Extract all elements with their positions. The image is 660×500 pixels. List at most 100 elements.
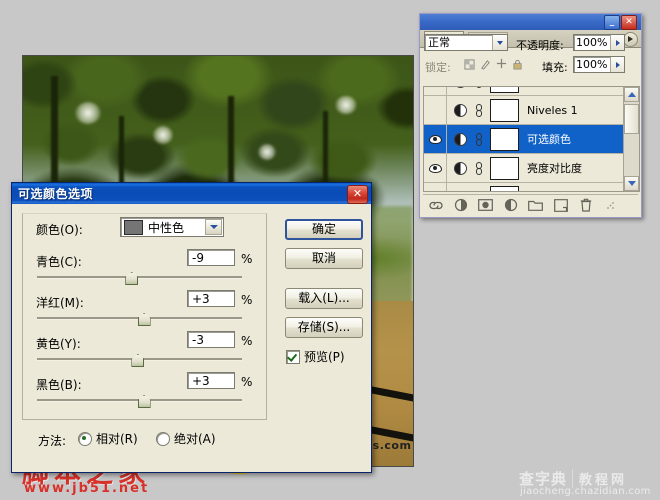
save-button[interactable]: 存储(S)... [285,317,363,338]
layer-mask-thumbnail[interactable] [490,127,519,151]
color-dropdown[interactable]: 中性色 [120,217,224,237]
lock-all-icon[interactable] [512,59,523,70]
watermark-chazidian-url: jiaocheng.chazidian.com [520,486,651,497]
cyan-slider-track [37,276,242,279]
magenta-unit: % [241,293,253,307]
adjustment-layer-icon [454,161,467,175]
magenta-slider[interactable] [37,313,242,326]
opacity-label: 不透明度: [516,39,564,52]
visibility-toggle[interactable] [424,96,447,124]
layer-thumbnail[interactable] [490,185,519,191]
cyan-slider-thumb[interactable] [125,272,139,285]
eye-icon[interactable] [428,134,442,144]
link-layers-icon[interactable] [423,196,448,214]
dialog-body: 颜色(O): 中性色 青色(C): -9 % 洋红(M): +3 % 黄色(Y)… [12,204,371,472]
chevron-down-icon[interactable] [205,219,222,235]
layer-list[interactable]: Niveles 1 可选颜色 亮度对比度 [423,86,640,192]
adjustment-layer-icon [454,103,467,117]
eye-icon[interactable] [428,163,442,173]
magenta-input[interactable]: +3 [187,290,235,307]
layer-row[interactable] [424,87,623,96]
link-icon[interactable] [475,87,483,88]
layer-row[interactable] [424,183,623,191]
adjustment-layer-icon [454,132,467,146]
layer-mask-icon[interactable] [473,196,498,214]
selective-color-dialog: 可选颜色选项 ✕ 颜色(O): 中性色 青色(C): -9 % 洋红(M): +… [11,182,372,473]
load-button[interactable]: 载入(L)... [285,288,363,309]
layer-row[interactable]: 可选颜色 [424,125,623,154]
link-icon[interactable] [475,103,483,117]
layer-row[interactable]: 亮度对比度 [424,154,623,183]
visibility-toggle[interactable] [424,183,447,191]
blend-mode-value: 正常 [428,36,450,49]
lock-fill-row: 锁定: 填充: 100% [420,55,641,76]
yellow-slider[interactable] [37,354,242,367]
lock-pixels-icon[interactable] [480,59,491,70]
delete-layer-icon[interactable] [573,196,598,214]
cyan-slider[interactable] [37,272,242,285]
color-label: 颜色(O): [36,223,83,237]
fill-input[interactable]: 100% [573,56,625,73]
new-adjustment-layer-icon[interactable] [498,196,523,214]
preview-checkbox[interactable]: 预览(P) [286,348,345,365]
layer-mask-thumbnail[interactable] [490,87,519,93]
watermark-jb51-url: www.jb51.net [24,481,150,496]
blend-mode-dropdown[interactable]: 正常 [424,34,508,51]
preview-label: 预览(P) [304,350,345,364]
radio-unselected-icon[interactable] [156,431,170,446]
dialog-title-bar[interactable]: 可选颜色选项 ✕ [12,183,371,204]
layer-style-icon[interactable] [448,196,473,214]
black-slider-thumb[interactable] [137,395,151,408]
palette-resize-grip[interactable] [598,196,623,214]
cyan-label: 青色(C): [36,255,82,269]
color-swatch [124,219,143,235]
layer-list-scrollbar[interactable] [623,87,639,191]
minimize-icon[interactable]: _ [604,15,620,30]
black-unit: % [241,375,253,389]
scroll-down-icon[interactable] [624,176,639,191]
new-group-icon[interactable] [523,196,548,214]
cancel-button[interactable]: 取消 [285,248,363,269]
black-label: 黑色(B): [36,378,82,392]
cyan-input[interactable]: -9 [187,249,235,266]
checkbox-icon[interactable] [286,349,300,364]
adjustment-layer-icon [454,190,467,191]
lock-position-icon[interactable] [496,58,507,69]
method-label: 方法: [38,434,67,448]
visibility-toggle[interactable] [424,87,447,95]
visibility-toggle[interactable] [424,125,447,153]
method-absolute-radio[interactable]: 绝对(A) [156,430,216,447]
yellow-slider-thumb[interactable] [131,354,145,367]
layer-mask-thumbnail[interactable] [490,98,519,122]
close-icon[interactable]: ✕ [621,15,637,30]
layer-mask-thumbnail[interactable] [490,156,519,180]
ok-button[interactable]: 确定 [285,219,363,240]
yellow-input[interactable]: -3 [187,331,235,348]
lock-transparency-icon[interactable] [464,59,475,70]
fill-label: 填充: [542,61,568,74]
link-icon[interactable] [475,190,483,191]
layer-name: Niveles 1 [527,103,578,117]
palette-title-bar[interactable]: _ ✕ [420,14,641,30]
link-icon[interactable] [475,132,483,146]
chevron-down-icon[interactable] [492,35,507,50]
chevron-right-icon[interactable] [610,35,624,50]
layers-palette: _ ✕ 图层 通道 正常 不透明度: 100% 锁定: [419,13,642,218]
magenta-slider-thumb[interactable] [137,313,151,326]
visibility-toggle[interactable] [424,154,447,182]
new-layer-icon[interactable] [548,196,573,214]
scrollbar-thumb[interactable] [624,104,639,134]
chevron-right-icon[interactable] [610,57,624,72]
black-input[interactable]: +3 [187,372,235,389]
layer-row[interactable]: Niveles 1 [424,96,623,125]
scroll-up-icon[interactable] [624,87,639,102]
black-slider[interactable] [37,395,242,408]
opacity-input[interactable]: 100% [573,34,625,51]
yellow-unit: % [241,334,253,348]
close-icon[interactable]: ✕ [347,185,368,204]
cyan-unit: % [241,252,253,266]
link-icon[interactable] [475,161,483,175]
method-relative-radio[interactable]: 相对(R) [78,430,138,447]
radio-selected-icon[interactable] [78,431,92,446]
color-dropdown-value: 中性色 [148,220,185,235]
